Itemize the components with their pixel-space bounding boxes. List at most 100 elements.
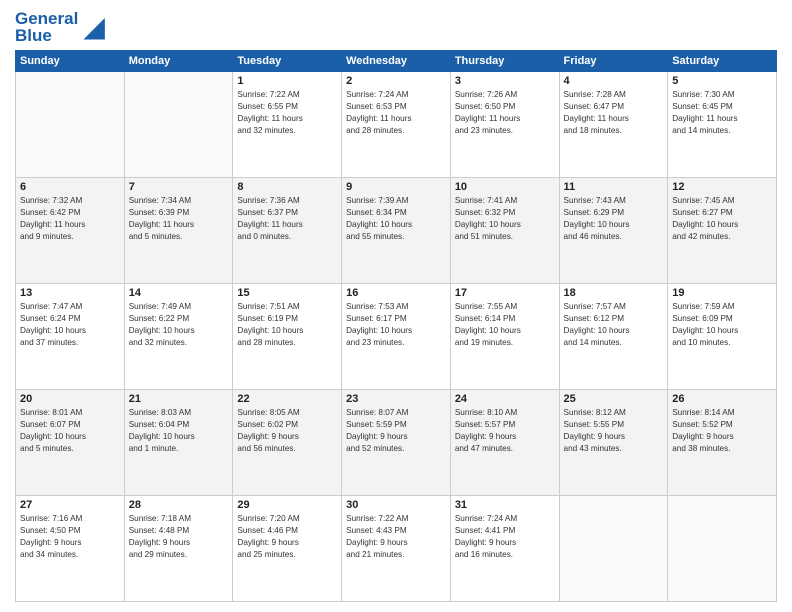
calendar-cell: 8 Sunrise: 7:36 AM Sunset: 6:37 PM Daylig…	[233, 178, 342, 284]
day-number: 9	[346, 181, 446, 193]
day-info: Sunrise: 8:07 AM Sunset: 5:59 PM Dayligh…	[346, 407, 446, 455]
calendar-cell: 31Sunrise: 7:24 AM Sunset: 4:41 PM Dayli…	[450, 496, 559, 602]
calendar-cell	[16, 72, 125, 178]
day-number: 28	[129, 499, 229, 511]
calendar-cell: 22Sunrise: 8:05 AM Sunset: 6:02 PM Dayli…	[233, 390, 342, 496]
calendar-cell: 13 Sunrise: 7:47 AM Sunset: 6:24 PM Dayli…	[16, 284, 125, 390]
day-number: 11	[564, 181, 664, 193]
calendar-week-1: 6Sunrise: 7:32 AM Sunset: 6:42 PM Daylig…	[16, 178, 777, 284]
calendar-header-row: SundayMondayTuesdayWednesdayThursdayFrid…	[16, 51, 777, 72]
day-info: Sunrise: 7:47 AM Sunset: 6:24 PM Dayligh…	[20, 301, 120, 349]
day-info: Sunrise: 8:03 AM Sunset: 6:04 PM Dayligh…	[129, 407, 229, 455]
day-info: Sunrise: 7:24 AM Sunset: 4:41 PM Dayligh…	[455, 513, 555, 561]
calendar-cell	[668, 496, 777, 602]
calendar-cell: 6Sunrise: 7:32 AM Sunset: 6:42 PM Daylig…	[16, 178, 125, 284]
day-info: Sunrise: 7:39 AM Sunset: 6:34 PM Dayligh…	[346, 195, 446, 243]
day-info: Sunrise: 7:30 AM Sunset: 6:45 PM Dayligh…	[672, 89, 772, 137]
day-number: 14	[129, 287, 229, 299]
day-info: Sunrise: 7:28 AM Sunset: 6:47 PM Dayligh…	[564, 89, 664, 137]
day-info: Sunrise: 7:53 AM Sunset: 6:17 PM Dayligh…	[346, 301, 446, 349]
calendar-cell: 3 Sunrise: 7:26 AM Sunset: 6:50 PM Daylig…	[450, 72, 559, 178]
day-number: 22	[237, 393, 337, 405]
header: General Blue ◢	[15, 10, 777, 44]
calendar-cell: 5 Sunrise: 7:30 AM Sunset: 6:45 PM Daylig…	[668, 72, 777, 178]
day-info: Sunrise: 8:12 AM Sunset: 5:55 PM Dayligh…	[564, 407, 664, 455]
day-info: Sunrise: 7:16 AM Sunset: 4:50 PM Dayligh…	[20, 513, 120, 561]
weekday-header-friday: Friday	[559, 51, 668, 72]
day-info: Sunrise: 7:22 AM Sunset: 4:43 PM Dayligh…	[346, 513, 446, 561]
weekday-header-thursday: Thursday	[450, 51, 559, 72]
day-info: Sunrise: 7:57 AM Sunset: 6:12 PM Dayligh…	[564, 301, 664, 349]
weekday-header-wednesday: Wednesday	[342, 51, 451, 72]
day-number: 25	[564, 393, 664, 405]
day-number: 8	[237, 181, 337, 193]
day-info: Sunrise: 7:45 AM Sunset: 6:27 PM Dayligh…	[672, 195, 772, 243]
calendar-table: SundayMondayTuesdayWednesdayThursdayFrid…	[15, 50, 777, 602]
calendar-cell: 29Sunrise: 7:20 AM Sunset: 4:46 PM Dayli…	[233, 496, 342, 602]
day-number: 21	[129, 393, 229, 405]
calendar-cell: 21 Sunrise: 8:03 AM Sunset: 6:04 PM Dayli…	[124, 390, 233, 496]
weekday-header-saturday: Saturday	[668, 51, 777, 72]
day-info: Sunrise: 8:01 AM Sunset: 6:07 PM Dayligh…	[20, 407, 120, 455]
day-info: Sunrise: 7:26 AM Sunset: 6:50 PM Dayligh…	[455, 89, 555, 137]
day-number: 13	[20, 287, 120, 299]
calendar-cell: 24 Sunrise: 8:10 AM Sunset: 5:57 PM Dayli…	[450, 390, 559, 496]
day-number: 15	[237, 287, 337, 299]
calendar-cell: 27 Sunrise: 7:16 AM Sunset: 4:50 PM Dayli…	[16, 496, 125, 602]
page: General Blue ◢ SundayMondayTuesdayWednes…	[0, 0, 792, 612]
day-number: 23	[346, 393, 446, 405]
weekday-header-sunday: Sunday	[16, 51, 125, 72]
day-info: Sunrise: 7:18 AM Sunset: 4:48 PM Dayligh…	[129, 513, 229, 561]
day-info: Sunrise: 7:41 AM Sunset: 6:32 PM Dayligh…	[455, 195, 555, 243]
day-number: 12	[672, 181, 772, 193]
calendar-cell: 12 Sunrise: 7:45 AM Sunset: 6:27 PM Dayli…	[668, 178, 777, 284]
day-number: 4	[564, 75, 664, 87]
day-info: Sunrise: 7:36 AM Sunset: 6:37 PM Dayligh…	[237, 195, 337, 243]
day-info: Sunrise: 8:14 AM Sunset: 5:52 PM Dayligh…	[672, 407, 772, 455]
calendar-cell: 20 Sunrise: 8:01 AM Sunset: 6:07 PM Dayli…	[16, 390, 125, 496]
logo-bird-icon: ◢	[83, 13, 105, 41]
calendar-week-4: 27 Sunrise: 7:16 AM Sunset: 4:50 PM Dayli…	[16, 496, 777, 602]
day-info: Sunrise: 7:51 AM Sunset: 6:19 PM Dayligh…	[237, 301, 337, 349]
day-number: 5	[672, 75, 772, 87]
calendar-cell	[124, 72, 233, 178]
day-number: 3	[455, 75, 555, 87]
logo-blue: Blue	[15, 27, 78, 44]
day-info: Sunrise: 7:32 AM Sunset: 6:42 PM Dayligh…	[20, 195, 120, 243]
day-info: Sunrise: 7:49 AM Sunset: 6:22 PM Dayligh…	[129, 301, 229, 349]
day-number: 7	[129, 181, 229, 193]
calendar-cell: 25 Sunrise: 8:12 AM Sunset: 5:55 PM Dayli…	[559, 390, 668, 496]
day-info: Sunrise: 7:55 AM Sunset: 6:14 PM Dayligh…	[455, 301, 555, 349]
day-number: 18	[564, 287, 664, 299]
day-number: 1	[237, 75, 337, 87]
weekday-header-tuesday: Tuesday	[233, 51, 342, 72]
day-info: Sunrise: 7:43 AM Sunset: 6:29 PM Dayligh…	[564, 195, 664, 243]
calendar-cell: 4 Sunrise: 7:28 AM Sunset: 6:47 PM Daylig…	[559, 72, 668, 178]
calendar-cell: 9 Sunrise: 7:39 AM Sunset: 6:34 PM Daylig…	[342, 178, 451, 284]
calendar-cell	[559, 496, 668, 602]
calendar-cell: 10 Sunrise: 7:41 AM Sunset: 6:32 PM Dayli…	[450, 178, 559, 284]
day-info: Sunrise: 7:20 AM Sunset: 4:46 PM Dayligh…	[237, 513, 337, 561]
calendar-cell: 26Sunrise: 8:14 AM Sunset: 5:52 PM Dayli…	[668, 390, 777, 496]
calendar-cell: 30 Sunrise: 7:22 AM Sunset: 4:43 PM Dayli…	[342, 496, 451, 602]
day-info: Sunrise: 7:24 AM Sunset: 6:53 PM Dayligh…	[346, 89, 446, 137]
day-number: 20	[20, 393, 120, 405]
day-number: 27	[20, 499, 120, 511]
day-info: Sunrise: 8:10 AM Sunset: 5:57 PM Dayligh…	[455, 407, 555, 455]
day-number: 30	[346, 499, 446, 511]
day-number: 10	[455, 181, 555, 193]
calendar-cell: 11 Sunrise: 7:43 AM Sunset: 6:29 PM Dayli…	[559, 178, 668, 284]
calendar-cell: 19Sunrise: 7:59 AM Sunset: 6:09 PM Dayli…	[668, 284, 777, 390]
calendar-cell: 2Sunrise: 7:24 AM Sunset: 6:53 PM Daylig…	[342, 72, 451, 178]
day-number: 17	[455, 287, 555, 299]
day-number: 16	[346, 287, 446, 299]
calendar-week-0: 1Sunrise: 7:22 AM Sunset: 6:55 PM Daylig…	[16, 72, 777, 178]
day-info: Sunrise: 7:34 AM Sunset: 6:39 PM Dayligh…	[129, 195, 229, 243]
calendar-cell: 18 Sunrise: 7:57 AM Sunset: 6:12 PM Dayli…	[559, 284, 668, 390]
calendar-cell: 15 Sunrise: 7:51 AM Sunset: 6:19 PM Dayli…	[233, 284, 342, 390]
day-number: 24	[455, 393, 555, 405]
calendar-cell: 23 Sunrise: 8:07 AM Sunset: 5:59 PM Dayli…	[342, 390, 451, 496]
calendar-cell: 16 Sunrise: 7:53 AM Sunset: 6:17 PM Dayli…	[342, 284, 451, 390]
calendar-week-2: 13 Sunrise: 7:47 AM Sunset: 6:24 PM Dayli…	[16, 284, 777, 390]
calendar-cell: 17 Sunrise: 7:55 AM Sunset: 6:14 PM Dayli…	[450, 284, 559, 390]
